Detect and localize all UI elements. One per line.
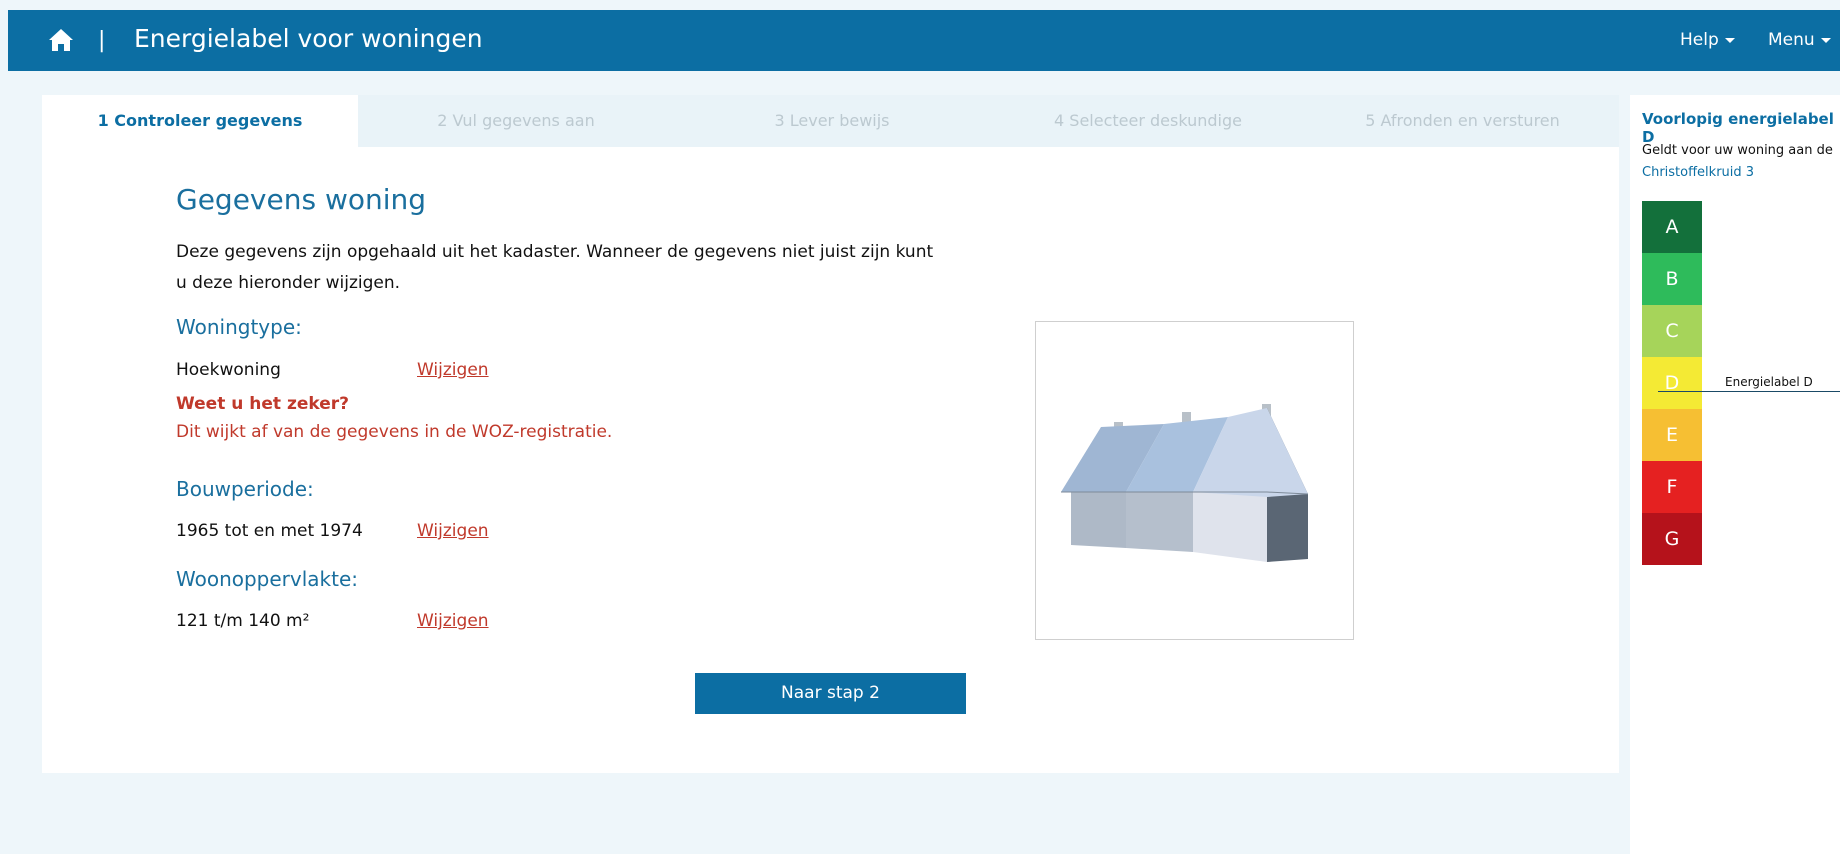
home-icon[interactable] (48, 28, 74, 52)
label-a: A (1642, 201, 1702, 253)
label-c: C (1642, 305, 1702, 357)
warning-title: Weet u het zeker? (176, 394, 349, 414)
help-label: Help (1680, 30, 1719, 50)
chevron-down-icon (1820, 37, 1831, 43)
woningtype-title: Woningtype: (176, 315, 302, 339)
sidebar-title: Voorlopig energielabel D (1642, 110, 1834, 146)
label-d: D (1642, 357, 1702, 409)
house-image (1035, 321, 1354, 640)
step-2[interactable]: 2 Vul gegevens aan (358, 95, 674, 147)
chevron-down-icon (1724, 37, 1735, 43)
step-3[interactable]: 3 Lever bewijs (674, 95, 990, 147)
header-separator: | (98, 28, 106, 53)
sidebar-address: Christoffelkruid 3 (1642, 165, 1755, 180)
woonoppervlakte-change-link[interactable]: Wijzigen (417, 611, 489, 631)
main-menu[interactable]: Menu (1768, 30, 1831, 50)
warning-text: Dit wijkt af van de gegevens in de WOZ-r… (176, 422, 613, 442)
intro-text: Deze gegevens zijn opgehaald uit het kad… (176, 242, 934, 293)
step-4[interactable]: 4 Selecteer deskundige (990, 95, 1306, 147)
house-illustration (1061, 404, 1309, 562)
label-e: E (1642, 409, 1702, 461)
step-navigation: 1 Controleer gegevens 2 Vul gegevens aan… (42, 95, 1619, 147)
energy-label-indicator-text: Energielabel D (1725, 375, 1813, 389)
top-bar: | Energielabel voor woningen Help Menu (8, 10, 1840, 71)
woonoppervlakte-value: 121 t/m 140 m² (176, 611, 310, 631)
woningtype-change-link[interactable]: Wijzigen (417, 360, 489, 380)
bouwperiode-change-link[interactable]: Wijzigen (417, 521, 489, 541)
bouwperiode-value: 1965 tot en met 1974 (176, 521, 363, 541)
woningtype-value: Hoekwoning (176, 360, 281, 380)
help-menu[interactable]: Help (1680, 30, 1735, 50)
bouwperiode-title: Bouwperiode: (176, 477, 314, 501)
next-step-button[interactable]: Naar stap 2 (695, 673, 966, 714)
label-b: B (1642, 253, 1702, 305)
energy-label-indicator-line (1658, 391, 1840, 392)
energy-label-sidebar: Voorlopig energielabel D Geldt voor uw w… (1630, 95, 1840, 854)
sidebar-subtitle: Geldt voor uw woning aan de (1642, 143, 1833, 158)
step-5[interactable]: 5 Afronden en versturen (1306, 95, 1619, 147)
menu-label: Menu (1768, 30, 1815, 50)
step-1[interactable]: 1 Controleer gegevens (42, 95, 358, 147)
page-title: Gegevens woning (176, 183, 427, 216)
main-panel: 1 Controleer gegevens 2 Vul gegevens aan… (42, 95, 1619, 773)
label-g: G (1642, 513, 1702, 565)
label-f: F (1642, 461, 1702, 513)
app-title: Energielabel voor woningen (134, 24, 483, 53)
woonoppervlakte-title: Woonoppervlakte: (176, 567, 359, 591)
content-area: Gegevens woning Deze gegevens zijn opgeh… (42, 147, 1619, 773)
